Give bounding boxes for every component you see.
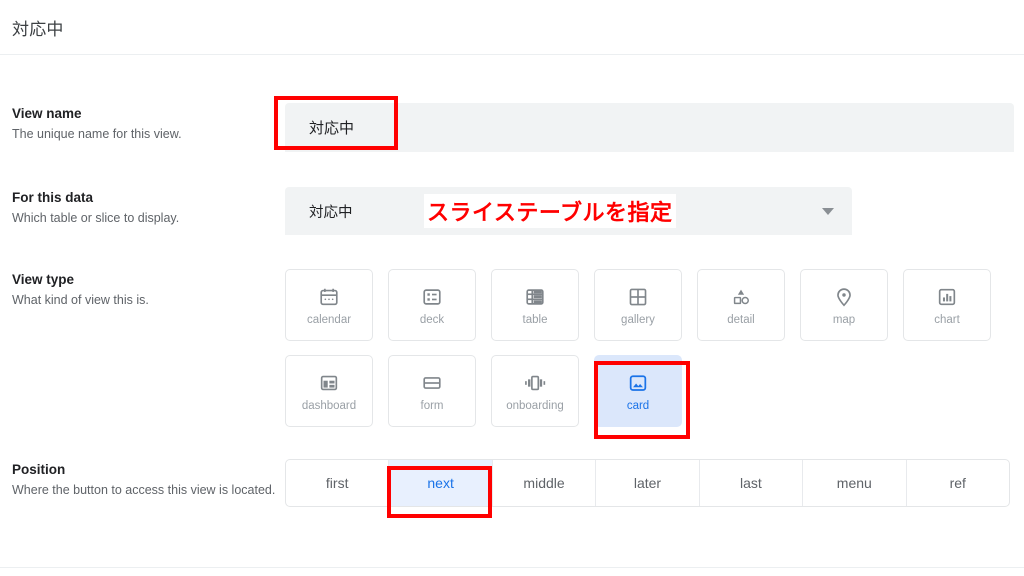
position-segment-menu[interactable]: menu: [803, 460, 907, 506]
view-type-label: View type: [12, 272, 75, 287]
for-this-data-description: Which table or slice to display.: [12, 211, 180, 225]
view-type-tile-grid: calendar deck table gallery detail map c…: [285, 269, 1024, 427]
detail-icon: [730, 284, 752, 310]
dashboard-icon: [318, 370, 340, 396]
view-name-description: The unique name for this view.: [12, 127, 182, 141]
position-segment-later[interactable]: later: [596, 460, 700, 506]
gallery-icon: [627, 284, 649, 310]
view-type-tile-label: dashboard: [301, 399, 357, 412]
position-segment-label: middle: [523, 475, 565, 491]
position-segment-label: menu: [836, 475, 872, 491]
for-this-data-control: 対応中 スライステーブルを指定: [285, 187, 1024, 235]
view-type-tile-label: gallery: [621, 313, 655, 326]
view-type-description: What kind of view this is.: [12, 293, 149, 307]
position-row: Position Where the button to access this…: [0, 459, 1024, 507]
view-type-tile-chart[interactable]: chart: [903, 269, 991, 341]
view-type-tile-label: detail: [727, 313, 755, 326]
view-type-tile-card[interactable]: card: [594, 355, 682, 427]
position-segment-middle[interactable]: middle: [493, 460, 597, 506]
view-type-tile-form[interactable]: form: [388, 355, 476, 427]
position-segment-ref[interactable]: ref: [907, 460, 1009, 506]
position-control: first next middle later last menu ref: [285, 459, 1024, 507]
position-label-group: Position Where the button to access this…: [12, 459, 285, 507]
for-this-data-select[interactable]: 対応中 スライステーブルを指定: [285, 187, 852, 235]
view-type-tile-label: deck: [419, 313, 445, 326]
form-icon: [421, 370, 443, 396]
view-name-row: View name The unique name for this view.…: [0, 103, 1024, 152]
view-type-tile-deck[interactable]: deck: [388, 269, 476, 341]
view-type-tile-detail[interactable]: detail: [697, 269, 785, 341]
onboarding-icon: [523, 370, 547, 396]
view-type-tile-label: table: [522, 313, 548, 326]
view-type-tile-label: map: [832, 313, 856, 326]
position-segment-first[interactable]: first: [286, 460, 390, 506]
chevron-down-icon: [822, 207, 834, 215]
view-type-label-group: View type What kind of view this is.: [12, 269, 285, 427]
for-this-data-row: For this data Which table or slice to di…: [0, 187, 1024, 235]
page-title: 対応中: [12, 19, 64, 39]
position-label: Position: [12, 462, 66, 477]
view-type-tile-label: chart: [934, 313, 960, 326]
deck-icon: [421, 284, 443, 310]
annotation-note-text: スライステーブルを指定: [424, 194, 676, 228]
view-name-control: 対応中: [285, 103, 1024, 152]
chart-icon: [936, 284, 958, 310]
header-divider: [0, 54, 1024, 55]
view-name-input-value: 対応中: [309, 120, 355, 137]
view-type-tile-calendar[interactable]: calendar: [285, 269, 373, 341]
view-type-tile-label: card: [626, 399, 650, 412]
position-segment-label: ref: [949, 475, 966, 491]
view-type-tile-label: form: [420, 399, 444, 412]
view-type-tile-label: onboarding: [506, 399, 564, 412]
for-this-data-value: 対応中: [309, 204, 353, 221]
view-type-tile-map[interactable]: map: [800, 269, 888, 341]
position-segment-label: first: [325, 475, 349, 491]
position-segment-label: last: [740, 475, 762, 491]
for-this-data-label-group: For this data Which table or slice to di…: [12, 187, 285, 235]
map-pin-icon: [833, 284, 855, 310]
page-header: 対応中: [0, 0, 1024, 54]
calendar-icon: [318, 284, 340, 310]
table-icon: [524, 284, 546, 310]
position-segment-label: later: [633, 475, 662, 491]
view-type-row: View type What kind of view this is. cal…: [0, 269, 1024, 427]
view-type-tile-gallery[interactable]: gallery: [594, 269, 682, 341]
view-type-control: calendar deck table gallery detail map c…: [285, 269, 1024, 427]
view-type-tile-onboarding[interactable]: onboarding: [491, 355, 579, 427]
view-name-label: View name: [12, 106, 82, 121]
position-segment-next[interactable]: next: [389, 460, 493, 506]
image-card-icon: [627, 370, 649, 396]
position-segment-last[interactable]: last: [700, 460, 804, 506]
position-segment-label: next: [427, 475, 454, 491]
view-type-tile-dashboard[interactable]: dashboard: [285, 355, 373, 427]
view-name-label-group: View name The unique name for this view.: [12, 103, 285, 152]
view-type-tile-table[interactable]: table: [491, 269, 579, 341]
view-type-tile-label: calendar: [306, 313, 352, 326]
for-this-data-label: For this data: [12, 190, 94, 205]
view-name-input[interactable]: 対応中: [285, 103, 1014, 152]
position-segmented-control: first next middle later last menu ref: [285, 459, 1010, 507]
position-description: Where the button to access this view is …: [12, 483, 276, 497]
footer-divider: [0, 567, 1024, 568]
